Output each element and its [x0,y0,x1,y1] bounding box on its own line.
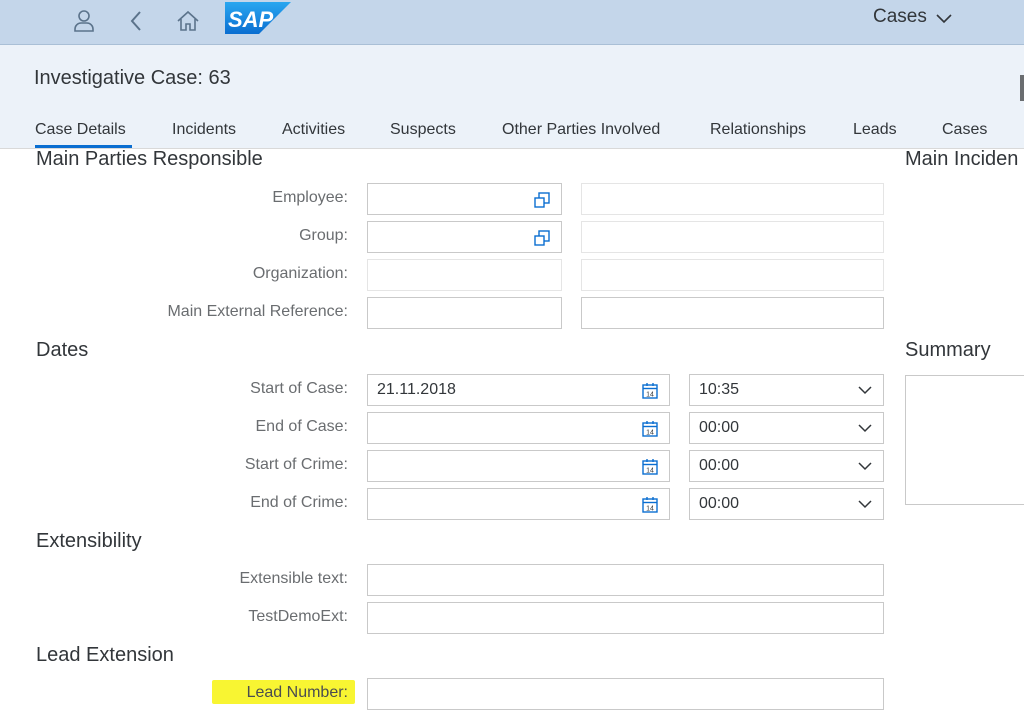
group-description-field [581,221,884,253]
tab-other-parties-involved[interactable]: Other Parties Involved [502,121,660,148]
tab-relationships[interactable]: Relationships [710,121,806,148]
lead-number-label: Lead Number: [246,684,348,701]
svg-text:14: 14 [646,430,654,437]
end-of-crime-time-value: 00:00 [699,495,740,512]
calendar-icon[interactable]: 14 [641,382,659,400]
testdemoext-label: TestDemoExt: [248,608,348,625]
shell-bar: SAP Cases [0,0,1024,45]
tab-case-details[interactable]: Case Details [35,121,132,148]
organization-description-field [581,259,884,291]
summary-textarea[interactable] [905,375,1024,505]
calendar-icon[interactable]: 14 [641,420,659,438]
main-external-reference-label: Main External Reference: [167,303,348,320]
svg-text:SAP: SAP [228,7,274,32]
testdemoext-input[interactable] [367,602,884,634]
employee-label: Employee: [272,189,348,206]
tab-incidents[interactable]: Incidents [172,121,236,148]
end-of-case-time-value: 00:00 [699,419,740,436]
start-of-case-date-input[interactable]: 21.11.2018 14 [367,374,670,406]
calendar-icon[interactable]: 14 [641,458,659,476]
start-of-case-time-value: 10:35 [699,381,740,398]
app-title-menu[interactable]: Cases [873,6,953,28]
tab-bar: Case Details Incidents Activities Suspec… [0,121,1024,148]
start-of-crime-time-select[interactable]: 00:00 [689,450,884,482]
chevron-down-icon[interactable] [857,385,873,395]
start-of-case-time-select[interactable]: 10:35 [689,374,884,406]
section-title-summary: Summary [905,339,991,361]
section-title-extensibility: Extensibility [36,530,142,552]
main-external-reference-description-input[interactable] [581,297,884,329]
object-header: Investigative Case: 63 Case Details Inci… [0,45,1024,149]
chevron-down-icon[interactable] [857,423,873,433]
employee-input[interactable] [367,183,562,215]
organization-label: Organization: [252,265,348,282]
value-help-icon[interactable] [533,191,551,209]
svg-text:14: 14 [646,506,654,513]
chevron-down-icon[interactable] [857,461,873,471]
group-label: Group: [299,227,348,244]
group-input[interactable] [367,221,562,253]
organization-field [367,259,562,291]
tab-activities[interactable]: Activities [282,121,345,148]
end-of-case-label: End of Case: [255,418,349,435]
section-title-dates: Dates [36,339,89,361]
end-of-crime-label: End of Crime: [250,494,348,511]
home-icon[interactable] [173,6,203,36]
user-icon[interactable] [69,6,99,36]
tab-leads[interactable]: Leads [853,121,897,148]
section-title-lead-extension: Lead Extension [36,644,174,666]
start-of-case-date-value: 21.11.2018 [377,381,456,398]
end-of-case-date-input[interactable]: 14 [367,412,670,444]
sap-logo[interactable]: SAP [225,2,291,34]
chevron-down-icon[interactable] [857,499,873,509]
value-help-icon[interactable] [533,229,551,247]
svg-text:14: 14 [646,392,654,399]
start-of-crime-date-input[interactable]: 14 [367,450,670,482]
section-title-main-parties: Main Parties Responsible [36,148,263,170]
app-title: Cases [873,6,927,27]
start-of-crime-label: Start of Crime: [244,456,348,473]
employee-description-field [581,183,884,215]
svg-text:14: 14 [646,468,654,475]
end-of-crime-time-select[interactable]: 00:00 [689,488,884,520]
end-of-crime-date-input[interactable]: 14 [367,488,670,520]
tab-cases[interactable]: Cases [942,121,987,148]
page-title: Investigative Case: 63 [34,67,231,89]
start-of-case-label: Start of Case: [250,380,348,397]
calendar-icon[interactable]: 14 [641,496,659,514]
extensible-text-input[interactable] [367,564,884,596]
end-of-case-time-select[interactable]: 00:00 [689,412,884,444]
extensible-text-label: Extensible text: [239,570,349,587]
header-action-edge[interactable] [1020,75,1024,101]
lead-number-input[interactable] [367,678,884,710]
main-external-reference-input[interactable] [367,297,562,329]
back-icon[interactable] [122,6,152,36]
section-title-main-incident: Main Inciden [905,148,1019,170]
start-of-crime-time-value: 00:00 [699,457,740,474]
tab-suspects[interactable]: Suspects [390,121,456,148]
chevron-down-icon [935,10,953,25]
